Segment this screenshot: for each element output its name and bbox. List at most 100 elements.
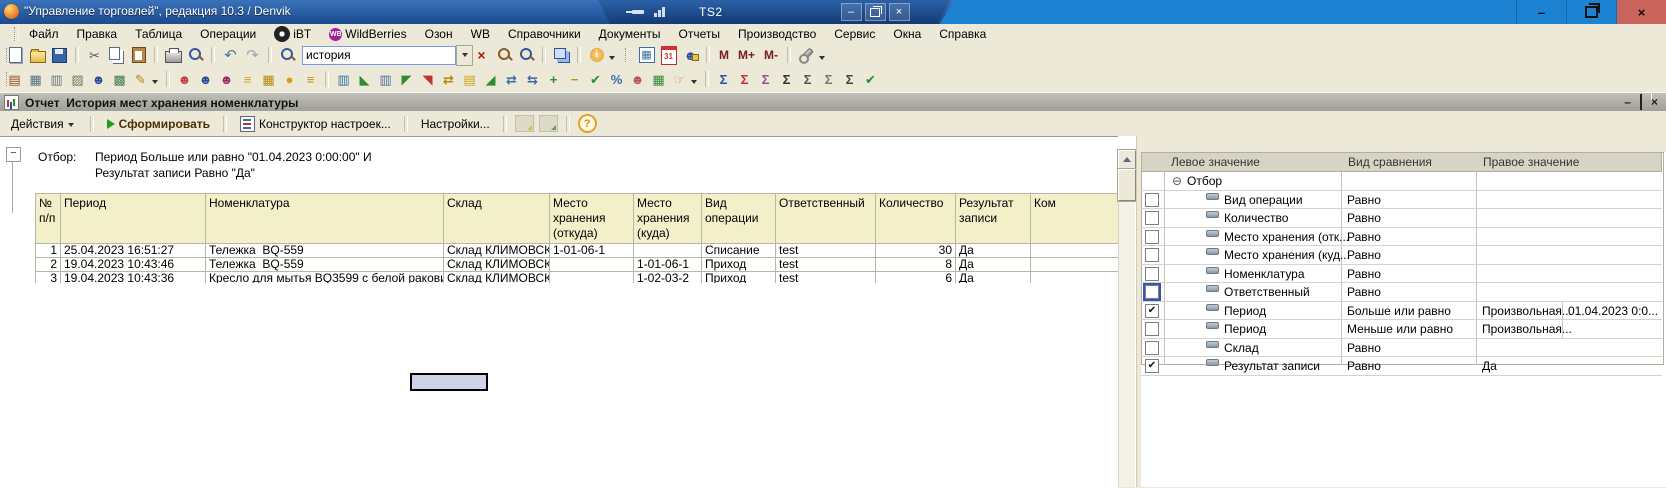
edit-journal-icon[interactable]: ✎ [131,70,150,88]
sigma-flag2-icon[interactable]: Σ [819,70,838,88]
filter-field[interactable]: Количество [1224,211,1288,225]
receipt-printer-icon[interactable]: ▥ [47,70,66,88]
filter-row-nomenclature[interactable]: Номенклатура Равно [1141,265,1662,284]
col-header-warehouse[interactable]: Склад [444,194,550,244]
filter-comparison[interactable]: Равно [1347,285,1381,299]
search-dropdown-button[interactable] [456,45,473,66]
filter-comparison[interactable]: Равно [1347,211,1381,225]
col-header-location-to[interactable]: Место хранения (куда) [634,194,702,244]
report-close-button[interactable]: × [1651,95,1658,109]
col-header-nomenclature[interactable]: Номенклатура [206,194,444,244]
filter-checkbox-focused[interactable] [1145,285,1159,299]
remove-coins-icon[interactable]: − [565,70,584,88]
filter-checkbox[interactable]: ✔ [1145,359,1159,373]
sigma-check-icon[interactable]: ✔ [861,70,880,88]
report-spreadsheet[interactable] [0,136,1118,488]
table-row[interactable]: 2 19.04.2023 10:43:46 Тележка BQ-559 Скл… [36,258,1119,272]
menu-ibt[interactable]: iBT [274,26,311,42]
filter-field[interactable]: Номенклатура [1224,267,1305,281]
collapse-group-icon[interactable]: ⊖ [1172,174,1182,188]
save-button[interactable] [50,47,69,64]
filter-checkbox[interactable] [1145,341,1159,355]
customer-order-icon[interactable]: ☻ [196,70,215,88]
filter-row-record-result[interactable]: ✔ Результат записи Равно Да [1141,357,1662,376]
filter-checkbox[interactable] [1145,193,1159,207]
save-settings-icon[interactable] [515,115,534,132]
actions-menu-button[interactable]: Действия [6,115,82,133]
sigma-list-icon[interactable]: Σ [840,70,859,88]
sigma-person-red-icon[interactable]: Σ [735,70,754,88]
sigma-person-blue-icon[interactable]: Σ [714,70,733,88]
customer-money-icon[interactable]: ☻ [175,70,194,88]
help-button[interactable]: ? [578,114,597,133]
find-previous-button[interactable] [517,47,536,64]
filter-field[interactable]: Склад [1224,341,1259,355]
search-input[interactable] [302,46,456,65]
toolbar-grip[interactable] [14,27,19,41]
filter-comparison[interactable]: Больше или равно [1347,304,1451,318]
chevron-down-icon[interactable] [152,80,158,84]
open-button[interactable] [28,47,47,64]
filter-row-quantity[interactable]: Количество Равно [1141,209,1662,228]
table-export-icon[interactable]: ◣ [355,70,374,88]
document-person-icon[interactable]: ▥ [334,70,353,88]
session-minimize-button[interactable]: – [841,3,862,21]
redo-button[interactable]: ↷ [243,47,262,64]
memory-subtract-button[interactable]: M- [761,48,781,62]
memory-add-button[interactable]: M+ [735,48,758,62]
document-refresh-icon[interactable]: ⇄ [502,70,521,88]
sigma-people-icon[interactable]: Σ [756,70,775,88]
table-row[interactable]: 3 19.04.2023 10:43:36 Кресло для мытья B… [36,272,1119,284]
filter-row-warehouse[interactable]: Склад Равно [1141,339,1662,358]
col-header-responsible[interactable]: Ответственный [776,194,876,244]
filter-value[interactable]: Да [1482,359,1497,373]
menu-edit[interactable]: Правка [77,27,118,41]
menu-windows[interactable]: Окна [893,27,921,41]
coins-stack-icon[interactable]: ≡ [301,70,320,88]
filter-field[interactable]: Место хранения (куд... [1224,248,1350,262]
document-responsible-icon[interactable]: ▥ [376,70,395,88]
pin-icon[interactable] [632,10,644,14]
col-header-comment[interactable]: Ком [1031,194,1119,244]
filter-comparison[interactable]: Равно [1347,248,1381,262]
restore-settings-icon[interactable] [539,115,558,132]
document-sync-icon[interactable]: ⇆ [523,70,542,88]
filter-checkbox[interactable] [1145,248,1159,262]
window-close-button[interactable]: × [1616,0,1666,24]
menu-wb[interactable]: WB [471,27,490,41]
filter-field[interactable]: Место хранения (отк... [1224,230,1349,244]
structure-tree-icon[interactable]: ▦ [649,70,668,88]
coins-report-icon[interactable]: ≡ [238,70,257,88]
scrollbar-track[interactable] [1118,168,1135,487]
toolbar-grip[interactable] [625,48,630,62]
customer-invoice-icon[interactable]: ☻ [217,70,236,88]
partners-icon[interactable]: ☻ [89,70,108,88]
col-header-operation-type[interactable]: Вид операции [702,194,776,244]
filter-value-date[interactable]: 01.04.2023 0:0... [1568,304,1658,318]
document-person-red-icon[interactable]: ☻ [628,70,647,88]
menu-table[interactable]: Таблица [135,27,182,41]
filter-checkbox[interactable] [1145,230,1159,244]
report-restore-button[interactable] [1640,95,1642,109]
sigma-period-icon[interactable]: Σ [798,70,817,88]
filter-row-responsible[interactable]: Ответственный Равно [1141,283,1662,302]
window-restore-button[interactable] [1566,0,1616,24]
col-header-location-from[interactable]: Место хранения (откуда) [550,194,634,244]
add-coins-icon[interactable]: + [544,70,563,88]
paste-button[interactable] [129,47,148,64]
filter-comparison[interactable]: Равно [1347,267,1381,281]
menu-service[interactable]: Сервис [834,27,875,41]
memory-recall-button[interactable]: M [716,48,732,62]
menu-wildberries[interactable]: WBWildBerries [329,27,406,41]
undo-button[interactable]: ↶ [221,47,240,64]
filter-group-row[interactable]: ⊖ Отбор [1141,172,1662,191]
calendar-button[interactable]: 31 [659,47,678,64]
new-document-button[interactable] [6,47,25,64]
print-button[interactable] [164,47,183,64]
search-clear-button[interactable]: × [473,46,490,65]
tools-button[interactable] [797,47,816,64]
session-restore-button[interactable] [865,3,886,21]
filter-comparison[interactable]: Равно [1347,341,1381,355]
filter-row-period-to[interactable]: Период Меньше или равно Произвольная... [1141,320,1662,339]
filter-comparison[interactable]: Меньше или равно [1347,322,1453,336]
